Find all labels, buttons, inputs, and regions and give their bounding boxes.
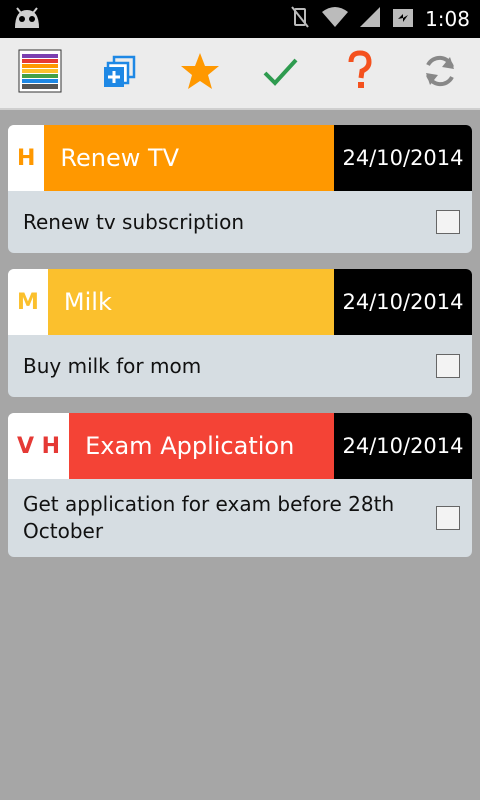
task-checkbox[interactable]	[436, 506, 460, 530]
task-date: 24/10/2014	[334, 269, 472, 335]
task-date: 24/10/2014	[334, 413, 472, 479]
status-clock: 1:08	[425, 7, 470, 31]
task-header: M Milk 24/10/2014	[8, 269, 472, 335]
signal-icon	[359, 6, 381, 32]
task-checkbox[interactable]	[436, 210, 460, 234]
battery-icon	[391, 5, 415, 33]
task-header: H Renew TV 24/10/2014	[8, 125, 472, 191]
cyanogen-icon	[12, 4, 42, 34]
priority-label: V H	[8, 413, 70, 479]
task-description: Get application for exam before 28th Oct…	[23, 492, 395, 543]
add-new-button[interactable]	[90, 43, 150, 103]
task-title: Milk	[47, 269, 334, 335]
status-bar: 1:08	[0, 0, 480, 38]
help-button[interactable]	[330, 43, 390, 103]
help-icon	[345, 50, 375, 96]
refresh-button[interactable]	[410, 43, 470, 103]
star-icon	[179, 50, 221, 96]
task-card[interactable]: H Renew TV 24/10/2014 Renew tv subscript…	[8, 125, 472, 253]
task-date: 24/10/2014	[334, 125, 472, 191]
check-icon	[260, 51, 300, 95]
toolbar	[0, 38, 480, 110]
task-title: Exam Application	[69, 413, 334, 479]
app-logo-button[interactable]	[10, 43, 70, 103]
priority-label: M	[8, 269, 48, 335]
task-card[interactable]: M Milk 24/10/2014 Buy milk for mom	[8, 269, 472, 397]
task-body: Buy milk for mom	[8, 335, 472, 397]
refresh-icon	[420, 51, 460, 95]
task-card[interactable]: V H Exam Application 24/10/2014 Get appl…	[8, 413, 472, 557]
task-description: Renew tv subscription	[23, 209, 245, 234]
priority-label: H	[8, 125, 45, 191]
add-new-icon	[100, 51, 140, 95]
task-description: Buy milk for mom	[23, 353, 202, 378]
task-checkbox[interactable]	[436, 354, 460, 378]
wifi-icon	[321, 6, 349, 32]
task-body: Get application for exam before 28th Oct…	[8, 479, 472, 557]
task-list: H Renew TV 24/10/2014 Renew tv subscript…	[0, 110, 480, 557]
vibrate-icon	[289, 5, 311, 33]
app-logo-icon	[18, 49, 62, 97]
done-button[interactable]	[250, 43, 310, 103]
task-body: Renew tv subscription	[8, 191, 472, 253]
task-title: Renew TV	[44, 125, 334, 191]
task-header: V H Exam Application 24/10/2014	[8, 413, 472, 479]
favorites-button[interactable]	[170, 43, 230, 103]
